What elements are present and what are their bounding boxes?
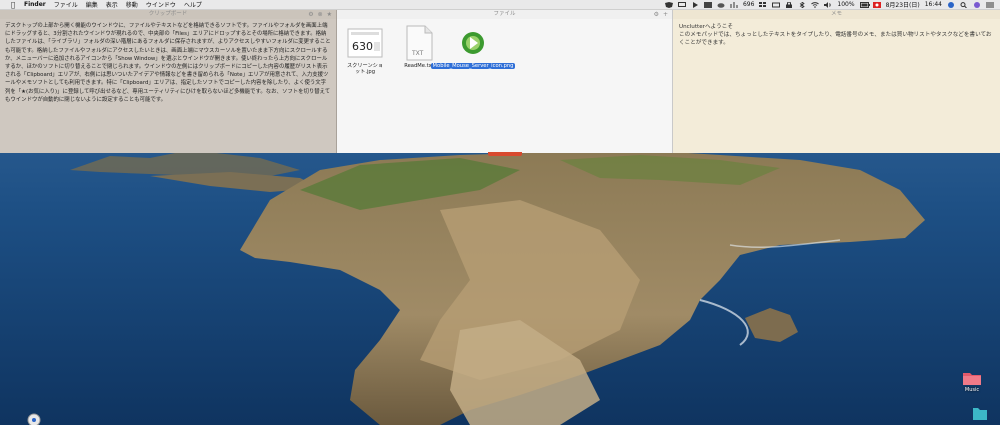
- cloud-icon[interactable]: [717, 2, 725, 8]
- status-area: 696 100% 8月23日(日) 16:44: [664, 0, 1000, 9]
- desktop-disk-icon[interactable]: [26, 412, 42, 425]
- clipboard-text[interactable]: デスクトップの上部から開く機能のウインドウに、ファイルやテキストなどを格納できる…: [0, 19, 336, 107]
- music-folder-icon: [963, 373, 981, 385]
- search-icon[interactable]: [960, 1, 968, 8]
- clipboard-clear-icon[interactable]: ⊗: [318, 10, 323, 19]
- menu-go[interactable]: 移動: [122, 0, 142, 9]
- notification-center-icon[interactable]: [986, 2, 994, 8]
- apple-menu-icon[interactable]: : [6, 1, 20, 9]
- menu-file[interactable]: ファイル: [50, 0, 82, 9]
- file-name-selected: Mobile_Mouse_Server_icon.png: [430, 63, 516, 70]
- battery-icon[interactable]: [859, 1, 870, 8]
- files-pane: ファイル ⚙ + 630 スクリーンショット.jpg TXT ReadMe.tx…: [337, 10, 673, 153]
- file-name: スクリーンショット.jpg: [346, 63, 384, 76]
- keyboard-icon[interactable]: [772, 2, 781, 8]
- files-add-icon[interactable]: +: [663, 10, 668, 19]
- notes-heading: Unclutterへようこそ: [679, 24, 733, 30]
- display-icon[interactable]: [677, 1, 686, 8]
- panel-drag-handle[interactable]: [488, 152, 522, 156]
- files-title: ファイル: [493, 11, 516, 17]
- desktop-folder-teal[interactable]: [972, 405, 988, 421]
- notes-title: メモ: [830, 11, 842, 17]
- box-icon[interactable]: [703, 1, 712, 8]
- file-item-screenshot[interactable]: 630 スクリーンショット.jpg: [345, 25, 385, 76]
- menu-bar:  Finder ファイル 編集 表示 移動 ウインドウ ヘルプ 696 100…: [0, 0, 1000, 10]
- thumb-number: 630: [352, 40, 373, 53]
- clipboard-title: クリップボード: [148, 11, 188, 17]
- file-name: ReadMe.txt: [404, 63, 434, 69]
- menubar-clock[interactable]: 16:44: [925, 1, 942, 8]
- network-readout: 696: [742, 1, 755, 8]
- unclutter-panel: クリップボード ⚙ ⊗ ★ デスクトップの上部から開く機能のウインドウに、ファイ…: [0, 10, 1000, 153]
- file-item-mobile-mouse[interactable]: Mobile_Mouse_Server_icon.png: [430, 25, 516, 76]
- app-icon: [455, 25, 491, 61]
- notes-body: このメモパッドでは、ちょっとしたテキストをタイプしたり、電話番号のメモ、または買…: [679, 32, 992, 46]
- bluetooth-icon[interactable]: [798, 0, 806, 9]
- wifi-icon[interactable]: [811, 1, 820, 8]
- flag-icon[interactable]: [872, 1, 881, 8]
- menu-help[interactable]: ヘルプ: [180, 0, 206, 9]
- network-activity-icon[interactable]: [730, 1, 738, 8]
- folder-icon: [973, 408, 987, 420]
- notes-pane: メモ Unclutterへようこそ このメモパッドでは、ちょっとしたテキストをタ…: [673, 10, 1000, 153]
- menu-app-name[interactable]: Finder: [20, 1, 50, 8]
- grid-icon[interactable]: [759, 1, 767, 8]
- shield-icon[interactable]: [664, 1, 673, 8]
- image-file-icon: 630: [347, 25, 383, 61]
- desktop-icon-label: Music: [964, 387, 980, 393]
- notes-editor[interactable]: Unclutterへようこそ このメモパッドでは、ちょっとしたテキストをタイプし…: [673, 19, 1000, 51]
- battery-percent: 100%: [837, 1, 855, 8]
- desktop-folder-music[interactable]: Music: [962, 370, 982, 393]
- siri-icon[interactable]: [973, 1, 981, 8]
- clipboard-pane: クリップボード ⚙ ⊗ ★ デスクトップの上部から開く機能のウインドウに、ファイ…: [0, 10, 337, 153]
- files-header: ファイル ⚙ +: [337, 10, 672, 19]
- user-icon[interactable]: [947, 1, 955, 8]
- clipboard-settings-icon[interactable]: ⚙: [308, 10, 313, 19]
- files-grid: 630 スクリーンショット.jpg TXT ReadMe.txt Mobile_…: [337, 19, 672, 82]
- files-settings-icon[interactable]: ⚙: [654, 10, 659, 19]
- notes-header: メモ: [673, 10, 1000, 19]
- clipboard-favorite-icon[interactable]: ★: [327, 10, 332, 19]
- lock-icon[interactable]: [785, 1, 793, 8]
- txt-badge: TXT: [411, 50, 424, 57]
- menu-view[interactable]: 表示: [102, 0, 122, 9]
- menubar-date[interactable]: 8月23日(日): [886, 0, 920, 9]
- play-icon[interactable]: [691, 1, 699, 8]
- menu-edit[interactable]: 編集: [82, 0, 102, 9]
- text-file-icon: TXT: [401, 25, 437, 61]
- volume-icon[interactable]: [824, 1, 832, 8]
- menu-window[interactable]: ウインドウ: [142, 0, 180, 9]
- clipboard-header: クリップボード ⚙ ⊗ ★: [0, 10, 336, 19]
